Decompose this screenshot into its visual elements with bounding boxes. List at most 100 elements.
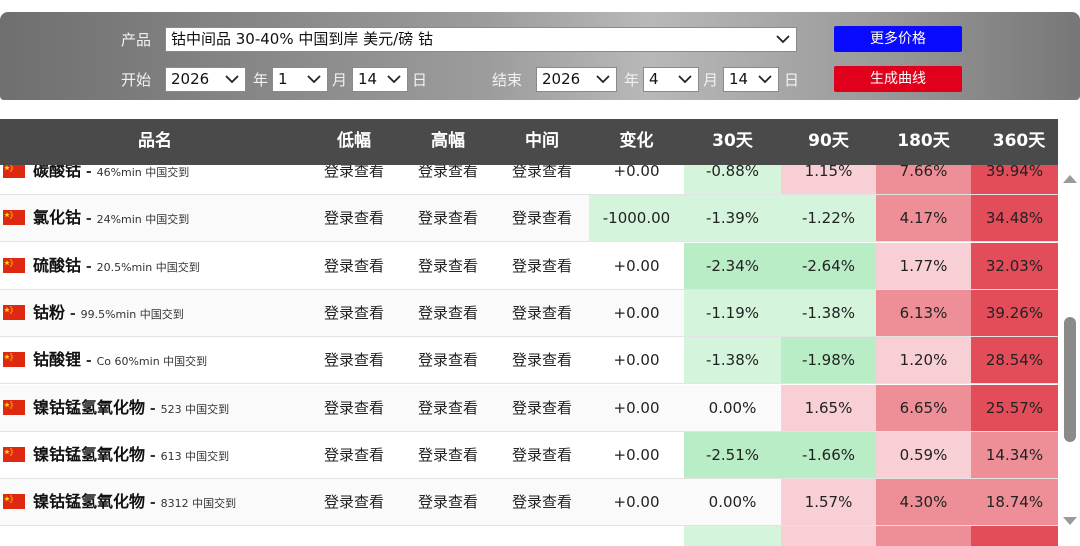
product-name[interactable]: 钴粉 <box>33 303 65 322</box>
start-month-select[interactable]: 1 <box>272 67 328 92</box>
cell-low[interactable] <box>307 526 401 546</box>
name-separator: - <box>81 258 97 275</box>
cell-d90: -1.66% <box>781 431 876 478</box>
product-name[interactable]: 钴酸锂 <box>33 350 81 369</box>
name-separator: - <box>145 400 161 417</box>
product-name-cell[interactable]: 镍钴锰氢氧化物 - 8312 中国交到 <box>33 479 236 525</box>
cell-mid[interactable]: 登录查看 <box>495 165 589 194</box>
table-row[interactable]: 钴酸锂 - Co 60%min 中国交到 登录查看 登录查看 登录查看 +0.00 -1.… <box>0 337 1058 385</box>
cell-d180: 6.13% <box>876 289 971 336</box>
cell-low[interactable]: 登录查看 <box>307 195 401 241</box>
cell-low[interactable]: 登录查看 <box>307 432 401 478</box>
cell-d90: -1.22% <box>781 195 876 242</box>
cell-low[interactable]: 登录查看 <box>307 243 401 289</box>
chevron-down-icon <box>678 75 692 84</box>
name-separator: - <box>145 495 161 512</box>
cell-d30: -0.88% <box>684 165 781 194</box>
scrollbar-thumb[interactable] <box>1064 317 1076 442</box>
generate-curve-button[interactable]: 生成曲线 <box>834 66 962 92</box>
scroll-up-arrow-icon[interactable] <box>1063 175 1077 183</box>
china-flag-icon <box>3 257 25 273</box>
name-separator: - <box>65 305 81 322</box>
cell-mid[interactable]: 登录查看 <box>495 290 589 336</box>
product-select[interactable]: 钴中间品 30-40% 中国到岸 美元/磅 钴 <box>165 27 797 52</box>
cell-high[interactable]: 登录查看 <box>401 290 495 336</box>
cell-low[interactable]: 登录查看 <box>307 165 401 194</box>
start-year-unit: 年 <box>253 71 269 89</box>
cell-low[interactable]: 登录查看 <box>307 385 401 431</box>
cell-d90: -1.98% <box>781 337 876 384</box>
start-day-select[interactable]: 14 <box>352 67 408 92</box>
cell-d360: 28.54% <box>971 337 1058 384</box>
table-row[interactable]: 硫酸钴 - 20.5%min 中国交到 登录查看 登录查看 登录查看 +0.00 -2.3… <box>0 242 1058 290</box>
end-year-select[interactable]: 2026 <box>536 67 617 92</box>
name-separator: - <box>145 447 161 464</box>
cell-mid[interactable]: 登录查看 <box>495 479 589 525</box>
table-row[interactable]: 氯化钴 - 24%min 中国交到 登录查看 登录查看 登录查看 -1000.00 -1.… <box>0 195 1058 243</box>
product-name-cell[interactable]: 碳酸钴 - 46%min 中国交到 <box>33 165 189 194</box>
column-header-360d: 360天 <box>992 131 1046 151</box>
product-name-cell[interactable]: 镍钴锰氢氧化物 - 523 中国交到 <box>33 385 229 431</box>
cell-d360 <box>971 526 1058 546</box>
cell-high[interactable]: 登录查看 <box>401 479 495 525</box>
cell-mid[interactable]: 登录查看 <box>495 195 589 241</box>
chevron-down-icon <box>387 75 401 84</box>
cell-high[interactable]: 登录查看 <box>401 195 495 241</box>
table-row[interactable]: 钴粉 - 99.5%min 中国交到 登录查看 登录查看 登录查看 +0.00 -1.19… <box>0 289 1058 337</box>
cell-high[interactable]: 登录查看 <box>401 165 495 194</box>
product-name[interactable]: 镍钴锰氢氧化物 <box>33 398 145 417</box>
product-spec: 99.5%min 中国交到 <box>80 307 184 321</box>
product-name-cell[interactable]: 钴酸锂 - Co 60%min 中国交到 <box>33 337 207 383</box>
cell-low[interactable]: 登录查看 <box>307 479 401 525</box>
cell-mid[interactable]: 登录查看 <box>495 432 589 478</box>
product-name[interactable]: 镍钴锰氢氧化物 <box>33 445 145 464</box>
cell-high[interactable]: 登录查看 <box>401 432 495 478</box>
table-row[interactable] <box>0 526 1058 546</box>
cell-d360: 34.48% <box>971 195 1058 242</box>
cell-high[interactable] <box>401 526 495 546</box>
product-name[interactable]: 碳酸钴 <box>33 165 81 180</box>
end-year-unit: 年 <box>624 71 640 89</box>
cell-change: +0.00 <box>613 303 660 322</box>
start-day-unit: 日 <box>412 71 428 89</box>
cell-mid[interactable]: 登录查看 <box>495 385 589 431</box>
scrollbar[interactable] <box>1058 165 1080 546</box>
cell-high[interactable]: 登录查看 <box>401 243 495 289</box>
column-header-mid: 中间 <box>525 131 559 151</box>
cell-d360: 32.03% <box>971 242 1058 289</box>
cell-high[interactable]: 登录查看 <box>401 337 495 383</box>
cell-low[interactable]: 登录查看 <box>307 337 401 383</box>
start-year-select[interactable]: 2026 <box>165 67 246 92</box>
cell-mid[interactable] <box>495 526 589 546</box>
product-name-cell[interactable]: 钴粉 - 99.5%min 中国交到 <box>33 290 184 336</box>
cell-high[interactable]: 登录查看 <box>401 385 495 431</box>
product-name-cell[interactable]: 镍钴锰氢氧化物 - 613 中国交到 <box>33 432 229 478</box>
table-header: 品名 低幅 高幅 中间 变化 30天 90天 180天 360天 <box>0 119 1058 165</box>
cell-mid[interactable]: 登录查看 <box>495 243 589 289</box>
end-day-select[interactable]: 14 <box>723 67 779 92</box>
china-flag-icon <box>3 165 25 178</box>
product-name[interactable]: 硫酸钴 <box>33 256 81 275</box>
product-name-cell[interactable]: 硫酸钴 - 20.5%min 中国交到 <box>33 243 200 289</box>
cell-change: +0.00 <box>613 165 660 180</box>
end-month-select[interactable]: 4 <box>643 67 699 92</box>
cell-d180: 4.30% <box>876 479 971 526</box>
china-flag-icon <box>3 304 25 320</box>
cell-change: +0.00 <box>613 445 660 464</box>
product-name[interactable]: 镍钴锰氢氧化物 <box>33 492 145 511</box>
product-spec: 613 中国交到 <box>160 449 230 463</box>
cell-mid[interactable]: 登录查看 <box>495 337 589 383</box>
cell-low[interactable]: 登录查看 <box>307 290 401 336</box>
table-row[interactable]: 镍钴锰氢氧化物 - 8312 中国交到 登录查看 登录查看 登录查看 +0.00 0.00… <box>0 479 1058 527</box>
table-row[interactable]: 镍钴锰氢氧化物 - 613 中国交到 登录查看 登录查看 登录查看 +0.00 -2.51… <box>0 431 1058 479</box>
product-label: 产品 <box>121 31 152 49</box>
start-month-unit: 月 <box>332 71 348 89</box>
table-row[interactable]: 碳酸钴 - 46%min 中国交到 登录查看 登录查看 登录查看 +0.00 -0.88%… <box>0 165 1058 195</box>
product-name-cell[interactable]: 氯化钴 - 24%min 中国交到 <box>33 195 189 241</box>
cell-d90 <box>781 526 876 546</box>
more-prices-button[interactable]: 更多价格 <box>834 26 962 52</box>
table-row[interactable]: 镍钴锰氢氧化物 - 523 中国交到 登录查看 登录查看 登录查看 +0.00 0.00%… <box>0 384 1058 432</box>
product-name[interactable]: 氯化钴 <box>33 208 81 227</box>
scroll-down-arrow-icon[interactable] <box>1063 517 1077 525</box>
cell-d30: -2.51% <box>684 431 781 478</box>
